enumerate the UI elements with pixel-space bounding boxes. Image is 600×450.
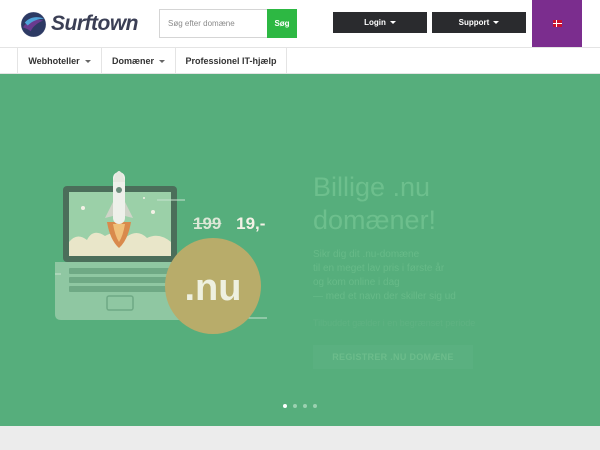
hero-body-line: Sikr dig dit .nu-domæne	[313, 249, 420, 260]
support-label: Support	[458, 18, 490, 27]
carousel-dot[interactable]	[313, 404, 317, 408]
domain-search-input[interactable]	[159, 9, 267, 38]
laptop-keyboard	[69, 268, 169, 292]
hero-title-line-1: Billige .nu	[313, 172, 431, 202]
sparkle	[81, 206, 85, 210]
nav-item-it-hjaelp[interactable]: Professionel IT-hjælp	[175, 48, 287, 74]
nav-item-label: Webhoteller	[28, 56, 80, 66]
nav-item-domaener[interactable]: Domæner	[101, 48, 175, 74]
brand-name: Surftown	[51, 12, 138, 35]
nav-item-label: Domæner	[111, 56, 154, 66]
sparkle	[151, 210, 155, 214]
price-old: 199	[193, 214, 222, 233]
domain-search: Søg	[159, 9, 297, 38]
danish-flag-icon	[552, 20, 562, 27]
carousel-dot[interactable]	[303, 404, 307, 408]
login-button[interactable]: Login	[333, 12, 427, 33]
hero-body-line: til en meget lav pris i første år	[313, 263, 445, 274]
register-domain-button[interactable]: REGISTRER .NU DOMÆNE	[313, 345, 473, 369]
rocket-window	[116, 187, 122, 193]
carousel-dot[interactable]	[293, 404, 297, 408]
content-band	[0, 426, 600, 450]
chevron-down-icon	[84, 59, 91, 63]
nav-item-label: Professionel IT-hjælp	[185, 56, 277, 66]
price-tag: 199 19,-	[193, 214, 265, 234]
surftown-logo-icon	[20, 11, 47, 37]
support-button[interactable]: Support	[432, 12, 526, 33]
surftown-logo[interactable]: Surftown	[20, 10, 140, 38]
search-button[interactable]: Søg	[267, 9, 297, 38]
hero-title: Billige .nu domæner!	[313, 171, 513, 237]
chevron-down-icon	[159, 59, 165, 63]
hero-body-line: — med et navn der skiller sig ud	[313, 291, 456, 302]
language-selector[interactable]	[532, 0, 582, 47]
chevron-down-icon	[493, 21, 500, 24]
price-new: 19,-	[236, 214, 266, 233]
login-label: Login	[364, 18, 386, 27]
nav-item-webhoteller[interactable]: Webhoteller	[17, 48, 101, 74]
site-header: Surftown Søg Login Support	[0, 0, 600, 47]
main-nav: Webhoteller Domæner Professionel IT-hjæl…	[0, 47, 600, 74]
chevron-down-icon	[389, 21, 396, 24]
laptop-rocket-illustration: .nu	[55, 171, 267, 334]
nu-badge-text: .nu	[185, 267, 242, 309]
hero-body: Sikr dig dit .nu-domæne til en meget lav…	[313, 248, 538, 304]
hero-subtext: Tilbuddet gælder i en begrænset periode	[313, 318, 476, 328]
carousel-indicators	[283, 404, 317, 408]
carousel-dot[interactable]	[283, 404, 287, 408]
hero-title-line-2: domæner!	[313, 205, 437, 235]
hero-banner: .nu 199 19,- Billige .nu domæner! Sikr d…	[0, 74, 600, 426]
hero-body-line: og kom online i dag	[313, 277, 400, 288]
rocket-nose	[113, 171, 125, 182]
